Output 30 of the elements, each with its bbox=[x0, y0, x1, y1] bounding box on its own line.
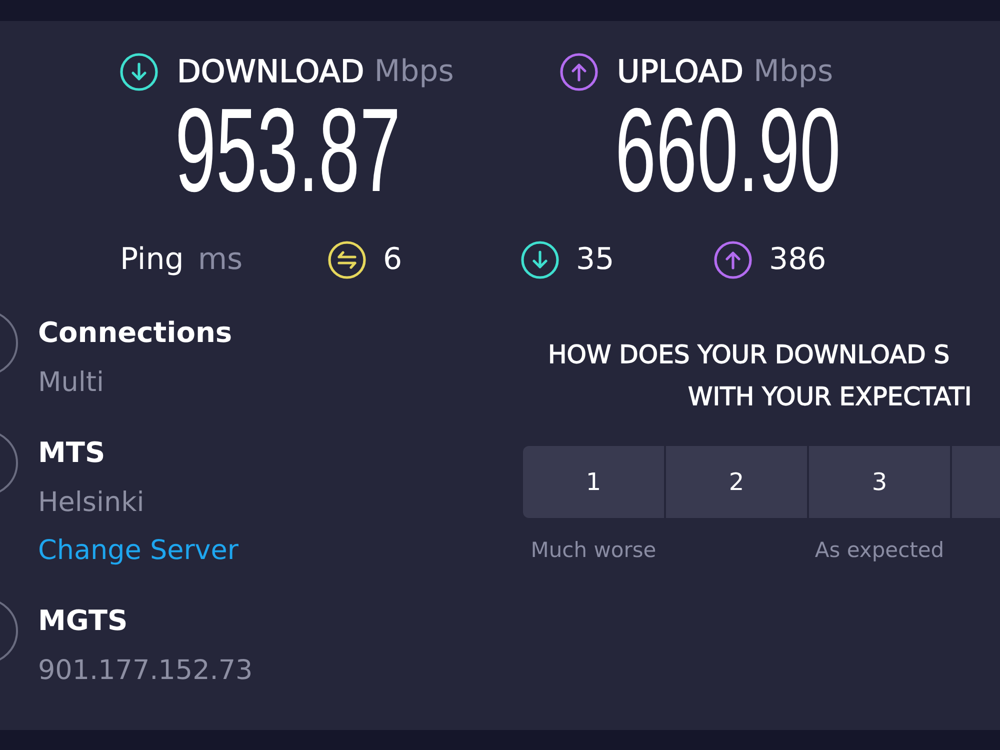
detail-title: Connections bbox=[38, 315, 232, 351]
detail-title: MGTS bbox=[38, 603, 129, 639]
arrow-up-icon bbox=[560, 53, 598, 91]
speed-value: 660.90 bbox=[615, 91, 841, 210]
rating-button[interactable]: 1 bbox=[523, 446, 664, 518]
arrow-up-icon bbox=[714, 241, 752, 279]
speed-label: UPLOAD bbox=[617, 53, 744, 91]
rating-button[interactable]: 2 bbox=[666, 446, 807, 518]
detail-text: 901.177.152.73 bbox=[38, 654, 253, 688]
unit-label: ms bbox=[198, 241, 243, 279]
unit-label: Mbps bbox=[374, 53, 454, 91]
detail-text: Helsinki bbox=[38, 486, 146, 520]
unit-label: Mbps bbox=[753, 53, 834, 91]
survey-question: WITH YOUR EXPECTATI bbox=[687, 381, 973, 413]
speed-label: DOWNLOAD bbox=[177, 53, 364, 91]
detail-text: Multi bbox=[38, 366, 105, 400]
ping-value: 35 bbox=[576, 241, 614, 279]
rating-button[interactable]: 3 bbox=[809, 446, 950, 518]
survey-question: HOW DOES YOUR DOWNLOAD S bbox=[547, 339, 951, 371]
detail-title: MTS bbox=[38, 435, 106, 471]
ping-value: 386 bbox=[769, 241, 826, 279]
rating-caption: As expected bbox=[814, 537, 944, 564]
rating-caption: Much worse bbox=[530, 537, 656, 564]
arrow-down-icon bbox=[120, 53, 158, 91]
speed-value: 953.87 bbox=[175, 91, 401, 210]
ping-label: Ping bbox=[120, 241, 184, 279]
ping-value: 6 bbox=[383, 241, 402, 279]
server-link[interactable]: Change Server bbox=[38, 535, 238, 566]
exchange-arrows-icon bbox=[328, 241, 366, 279]
arrow-down-icon bbox=[521, 241, 559, 279]
